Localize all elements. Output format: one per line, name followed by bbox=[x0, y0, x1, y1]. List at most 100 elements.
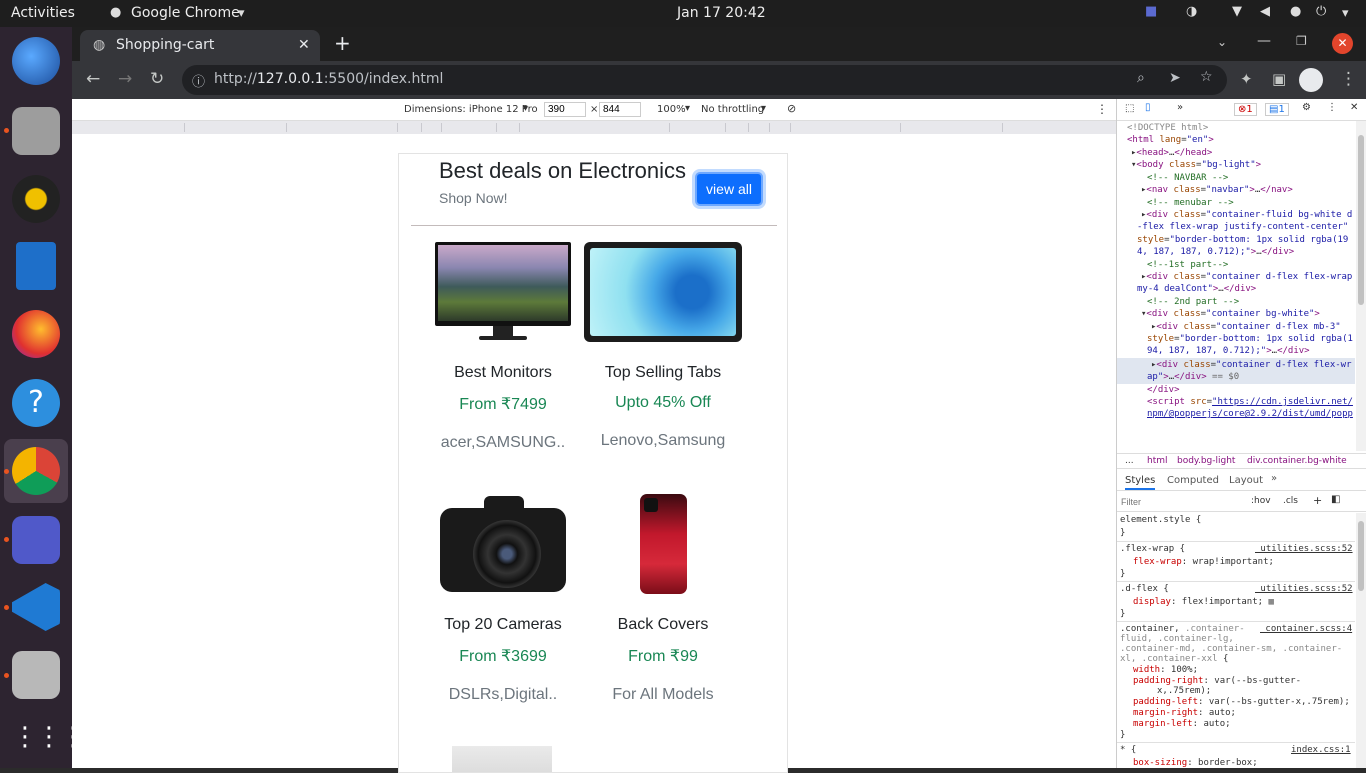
product-card-cameras[interactable]: Top 20 Cameras From ₹3699 DSLRs,Digital.… bbox=[418, 616, 588, 704]
tab-search-icon[interactable]: ⌄ bbox=[1217, 35, 1227, 49]
monitor-image[interactable] bbox=[435, 242, 571, 342]
styles-filter-input[interactable] bbox=[1121, 495, 1241, 509]
rhythmbox-icon[interactable] bbox=[12, 175, 60, 223]
devtools-toolbar: ⬚ ▯ » ⊗1 ▤1 ⚙ ⋮ ✕ bbox=[1117, 99, 1366, 121]
more-tabs-icon[interactable]: » bbox=[1177, 102, 1183, 113]
vscode-icon[interactable] bbox=[12, 583, 60, 631]
screenshot-icon[interactable] bbox=[12, 651, 60, 699]
volume-icon[interactable]: ◀ bbox=[1260, 4, 1270, 19]
wifi-icon[interactable]: ▼ bbox=[1232, 4, 1242, 19]
view-all-button[interactable]: view all bbox=[695, 172, 763, 206]
close-window-icon[interactable]: ✕ bbox=[1332, 33, 1353, 54]
profile-avatar[interactable] bbox=[1299, 68, 1323, 92]
rule-source-link[interactable]: _utilities.scss:52 bbox=[1255, 583, 1353, 596]
media-query-ruler[interactable] bbox=[72, 121, 1116, 134]
chrome-icon[interactable] bbox=[12, 447, 60, 495]
next-product-image[interactable] bbox=[452, 746, 552, 772]
bookmark-star-icon[interactable]: ☆ bbox=[1200, 69, 1213, 85]
product-price: From ₹3699 bbox=[459, 648, 547, 665]
height-input[interactable] bbox=[599, 102, 641, 117]
breadcrumb-html[interactable]: html bbox=[1147, 456, 1168, 466]
filter-bar: :hov .cls + ◧ bbox=[1117, 492, 1366, 512]
rule-source-link[interactable]: _container.scss:4 bbox=[1260, 623, 1352, 636]
running-indicator bbox=[4, 128, 9, 133]
reload-icon[interactable]: ↻ bbox=[150, 69, 164, 89]
product-price: Upto 45% Off bbox=[615, 394, 711, 411]
toggle-sidebar-icon[interactable]: ◧ bbox=[1331, 494, 1340, 505]
devtools-menu-icon[interactable]: ⋮ bbox=[1327, 102, 1337, 113]
product-card-monitors[interactable]: Best Monitors From ₹7499 acer,SAMSUNG.. bbox=[418, 364, 588, 452]
product-card-tabs[interactable]: Top Selling Tabs Upto 45% Off Lenovo,Sam… bbox=[578, 364, 748, 450]
messages-badge[interactable]: ▤1 bbox=[1265, 103, 1289, 116]
activities-button[interactable]: Activities bbox=[11, 5, 75, 21]
files-icon[interactable] bbox=[12, 107, 60, 155]
new-tab-icon[interactable]: + bbox=[334, 31, 351, 55]
chevron-down-icon: ▾ bbox=[523, 103, 529, 114]
tablet-image[interactable] bbox=[584, 242, 742, 342]
rule-selector: .d-flex { bbox=[1120, 584, 1169, 594]
hov-toggle[interactable]: :hov bbox=[1251, 496, 1271, 506]
breadcrumb-ellipsis[interactable]: ... bbox=[1125, 456, 1134, 466]
new-rule-icon[interactable]: + bbox=[1313, 494, 1322, 507]
throttling-select[interactable]: No throttling bbox=[701, 104, 764, 115]
rotate-icon[interactable]: ⊘ bbox=[787, 102, 796, 115]
rule-source-link[interactable]: index.css:1 bbox=[1291, 744, 1351, 757]
tab-styles[interactable]: Styles bbox=[1125, 475, 1156, 490]
tab-title: Shopping-cart bbox=[116, 37, 215, 53]
camera-image[interactable] bbox=[440, 494, 566, 594]
zoom-select[interactable]: 100% bbox=[657, 104, 686, 115]
running-indicator bbox=[4, 537, 9, 542]
back-icon[interactable]: ← bbox=[86, 69, 100, 89]
elements-scrollbar[interactable] bbox=[1356, 121, 1366, 451]
forward-icon[interactable]: → bbox=[118, 69, 132, 89]
errors-badge[interactable]: ⊗1 bbox=[1234, 103, 1257, 116]
breadcrumb-div[interactable]: div.container.bg-white bbox=[1247, 456, 1347, 466]
zoom-icon[interactable]: ⌕ bbox=[1137, 70, 1145, 86]
thunderbird-icon[interactable] bbox=[12, 37, 60, 85]
teams-icon[interactable] bbox=[12, 516, 60, 564]
close-devtools-icon[interactable]: ✕ bbox=[1350, 102, 1358, 113]
help-icon[interactable]: ? bbox=[12, 379, 60, 427]
minimize-icon[interactable]: — bbox=[1257, 33, 1271, 49]
inspect-icon[interactable]: ⬚ bbox=[1125, 103, 1134, 114]
rule-source-link[interactable]: _utilities.scss:52 bbox=[1255, 543, 1353, 556]
tab-computed[interactable]: Computed bbox=[1167, 475, 1219, 486]
tab-layout[interactable]: Layout bbox=[1229, 475, 1263, 486]
firefox-icon[interactable] bbox=[12, 310, 60, 358]
info-icon[interactable]: ⓘ bbox=[192, 71, 205, 90]
writer-icon[interactable] bbox=[16, 242, 56, 290]
device-select[interactable]: Dimensions: iPhone 12 Pro bbox=[404, 104, 538, 115]
chevron-down-icon: ▾ bbox=[238, 6, 245, 21]
close-tab-icon[interactable]: ✕ bbox=[298, 37, 310, 53]
tab-strip: ◍ Shopping-cart ✕ + ⌄ — ❐ ✕ bbox=[72, 27, 1366, 61]
device-toggle-icon[interactable]: ▯ bbox=[1145, 102, 1151, 113]
more-tabs-icon[interactable]: » bbox=[1271, 473, 1277, 484]
flex-editor-icon[interactable]: ▦ bbox=[1268, 597, 1273, 607]
reading-mode-icon[interactable]: ▣ bbox=[1272, 70, 1286, 88]
clock[interactable]: Jan 17 20:42 bbox=[677, 5, 766, 21]
microphone-icon[interactable]: ● bbox=[1290, 4, 1301, 19]
section-divider bbox=[411, 225, 777, 226]
power-icon[interactable]: ⏻ bbox=[1316, 4, 1326, 19]
app-menu[interactable]: Google Chrome bbox=[131, 5, 240, 21]
product-card-covers[interactable]: Back Covers From ₹99 For All Models bbox=[578, 616, 748, 704]
night-light-icon[interactable]: ◑ bbox=[1186, 4, 1197, 19]
width-input[interactable] bbox=[544, 102, 586, 117]
browser-tab[interactable]: ◍ Shopping-cart ✕ bbox=[80, 30, 320, 61]
phone-cover-image[interactable] bbox=[640, 494, 687, 594]
menu-kebab-icon[interactable]: ⋮ bbox=[1340, 69, 1357, 89]
breadcrumb-body[interactable]: body.bg-light bbox=[1177, 456, 1235, 466]
address-bar[interactable]: ⓘ http://127.0.0.1:5500/index.html ⌕ ➤ ☆ bbox=[182, 65, 1227, 95]
send-icon[interactable]: ➤ bbox=[1169, 70, 1181, 86]
extensions-icon[interactable]: ✦ bbox=[1240, 70, 1253, 88]
cls-toggle[interactable]: .cls bbox=[1283, 496, 1298, 506]
maximize-icon[interactable]: ❐ bbox=[1296, 34, 1307, 48]
product-name: Back Covers bbox=[617, 616, 709, 633]
url-text: http://127.0.0.1:5500/index.html bbox=[214, 71, 444, 87]
device-options-icon[interactable]: ⋮ bbox=[1096, 102, 1108, 116]
settings-gear-icon[interactable]: ⚙ bbox=[1302, 102, 1311, 113]
chevron-down-icon: ▾ bbox=[761, 103, 767, 114]
show-applications-icon[interactable]: ⋮⋮⋮ bbox=[12, 717, 86, 765]
styles-scrollbar[interactable] bbox=[1356, 513, 1366, 768]
teams-tray-icon[interactable]: ■ bbox=[1145, 4, 1157, 19]
